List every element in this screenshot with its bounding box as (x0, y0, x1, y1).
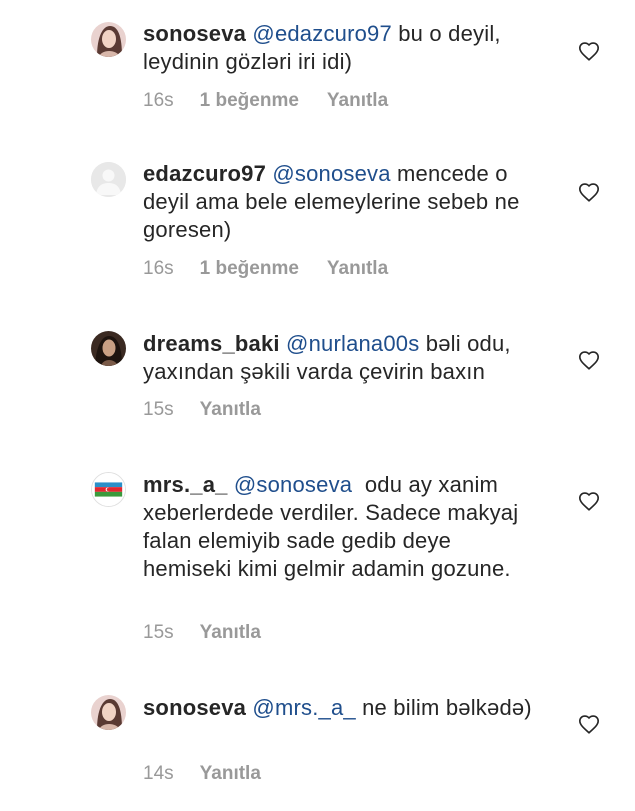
likes-link[interactable]: 1 beğenme (200, 258, 299, 279)
comment-mention[interactable]: @mrs._a_ (252, 695, 355, 720)
like-button[interactable] (578, 182, 600, 204)
comment-text: dreams_baki @nurlana00s bəli odu, yaxınd… (143, 330, 543, 386)
like-button[interactable] (578, 41, 600, 63)
comment-body: ne bilim bəlkədə) (355, 695, 532, 720)
reply-link[interactable]: Yanıtla (327, 258, 388, 279)
comment-meta: 15s Yanıtla (143, 622, 261, 644)
avatar[interactable] (91, 22, 126, 57)
profile-photo-girl-icon (91, 695, 126, 730)
comment-text: sonoseva @mrs._a_ ne bilim bəlkədə) (143, 694, 543, 722)
comment-username[interactable]: sonoseva (143, 21, 246, 46)
comment-time: 16s (143, 90, 174, 111)
comment-time: 15s (143, 399, 174, 420)
comment-time: 15s (143, 622, 174, 643)
like-button[interactable] (578, 350, 600, 372)
default-avatar-icon (91, 162, 126, 197)
avatar[interactable] (91, 331, 126, 366)
heart-icon (579, 492, 599, 511)
avatar[interactable] (91, 472, 126, 507)
comment-username[interactable]: dreams_baki (143, 331, 280, 356)
like-button[interactable] (578, 714, 600, 736)
comment-username[interactable]: edazcuro97 (143, 161, 266, 186)
profile-photo-dark-icon (91, 331, 126, 366)
reply-link[interactable]: Yanıtla (200, 763, 261, 784)
comment-text: edazcuro97 @sonoseva mencede o deyil ama… (143, 160, 543, 244)
heart-icon (579, 42, 599, 61)
avatar[interactable] (91, 695, 126, 730)
comment-mention[interactable]: @edazcuro97 (252, 21, 392, 46)
comment-meta: 15s Yanıtla (143, 399, 261, 421)
comment-text: sonoseva @edazcuro97 bu o deyil, leydini… (143, 20, 543, 76)
comment-mention[interactable]: @sonoseva (234, 472, 352, 497)
reply-link[interactable]: Yanıtla (327, 90, 388, 111)
comment-text: mrs._a_ @sonoseva odu ay xanim xeberlerd… (143, 471, 543, 583)
comment-time: 14s (143, 763, 174, 784)
azerbaijan-flag-icon (92, 473, 125, 506)
heart-icon (579, 715, 599, 734)
comment-username[interactable]: mrs._a_ (143, 472, 228, 497)
reply-link[interactable]: Yanıtla (200, 399, 261, 420)
comment-username[interactable]: sonoseva (143, 695, 246, 720)
comment-meta: 16s 1 beğenme Yanıtla (143, 258, 388, 280)
heart-icon (579, 351, 599, 370)
profile-photo-girl-icon (91, 22, 126, 57)
like-button[interactable] (578, 491, 600, 513)
reply-link[interactable]: Yanıtla (200, 622, 261, 643)
comment-mention[interactable]: @nurlana00s (286, 331, 419, 356)
comment-time: 16s (143, 258, 174, 279)
comment-mention[interactable]: @sonoseva (272, 161, 390, 186)
heart-icon (579, 183, 599, 202)
avatar[interactable] (91, 162, 126, 197)
comment-meta: 14s Yanıtla (143, 763, 261, 785)
likes-link[interactable]: 1 beğenme (200, 90, 299, 111)
comment-meta: 16s 1 beğenme Yanıtla (143, 90, 388, 112)
